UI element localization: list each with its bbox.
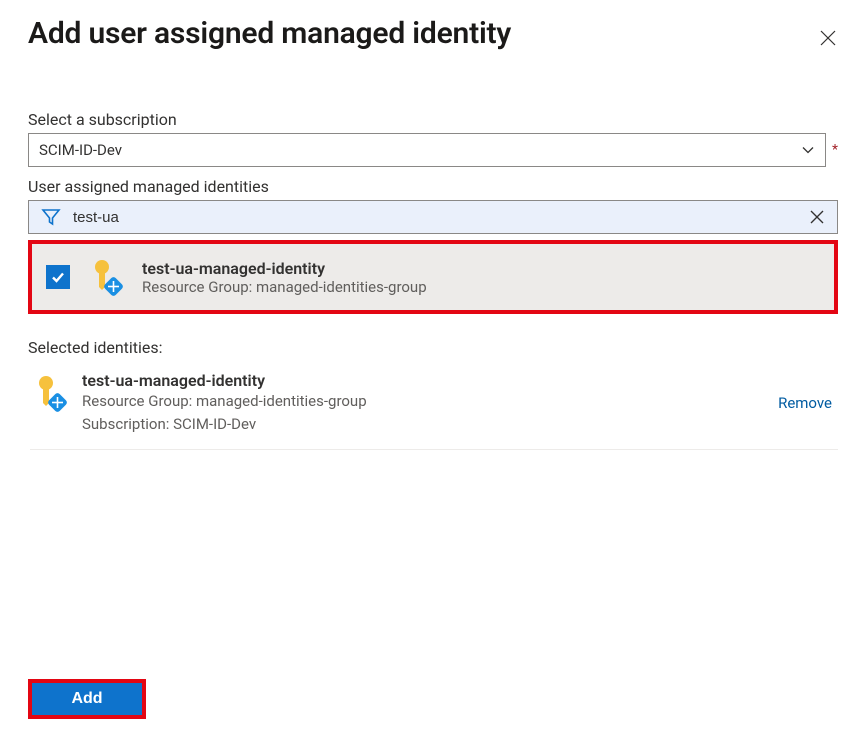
identities-filter-input[interactable] (73, 201, 797, 233)
identity-resource-group: Resource Group: managed-identities-group (142, 278, 427, 296)
managed-identity-icon (86, 257, 126, 297)
identities-label: User assigned managed identities (28, 177, 838, 196)
required-indicator: * (832, 143, 838, 157)
subscription-label: Select a subscription (28, 110, 838, 129)
identity-result-text: test-ua-managed-identity Resource Group:… (142, 259, 427, 296)
filter-icon (41, 207, 61, 227)
selected-identity-text: test-ua-managed-identity Resource Group:… (82, 371, 766, 435)
managed-identity-icon (30, 373, 70, 413)
selected-identity-subscription: Subscription: SCIM-ID-Dev (82, 413, 766, 436)
identity-result-row[interactable]: test-ua-managed-identity Resource Group:… (32, 244, 834, 310)
filter-icon-box (29, 201, 73, 233)
identities-field: User assigned managed identities (28, 177, 838, 314)
subscription-value: SCIM-ID-Dev (39, 141, 122, 159)
selected-identity-name: test-ua-managed-identity (82, 371, 766, 390)
clear-filter-button[interactable] (797, 201, 837, 233)
identity-checkbox[interactable] (46, 265, 70, 289)
filter-row (28, 200, 838, 234)
page-title: Add user assigned managed identity (28, 16, 511, 51)
selected-identities-label: Selected identities: (28, 338, 838, 357)
close-button[interactable] (812, 22, 844, 54)
add-button-highlight: Add (28, 679, 146, 719)
close-icon (810, 210, 824, 224)
result-highlight: test-ua-managed-identity Resource Group:… (28, 240, 838, 314)
identity-name: test-ua-managed-identity (142, 259, 427, 278)
chevron-down-icon (801, 143, 815, 157)
add-button[interactable]: Add (32, 683, 142, 715)
close-icon (820, 30, 836, 46)
panel-footer: Add (28, 679, 146, 719)
subscription-field: Select a subscription SCIM-ID-Dev * (28, 110, 838, 167)
subscription-select[interactable]: SCIM-ID-Dev (28, 133, 826, 167)
remove-link[interactable]: Remove (778, 394, 838, 412)
checkmark-icon (50, 269, 66, 285)
selected-identity-resource-group: Resource Group: managed-identities-group (82, 390, 766, 413)
panel-header: Add user assigned managed identity (28, 16, 838, 54)
selected-identity-row: test-ua-managed-identity Resource Group:… (30, 371, 838, 450)
